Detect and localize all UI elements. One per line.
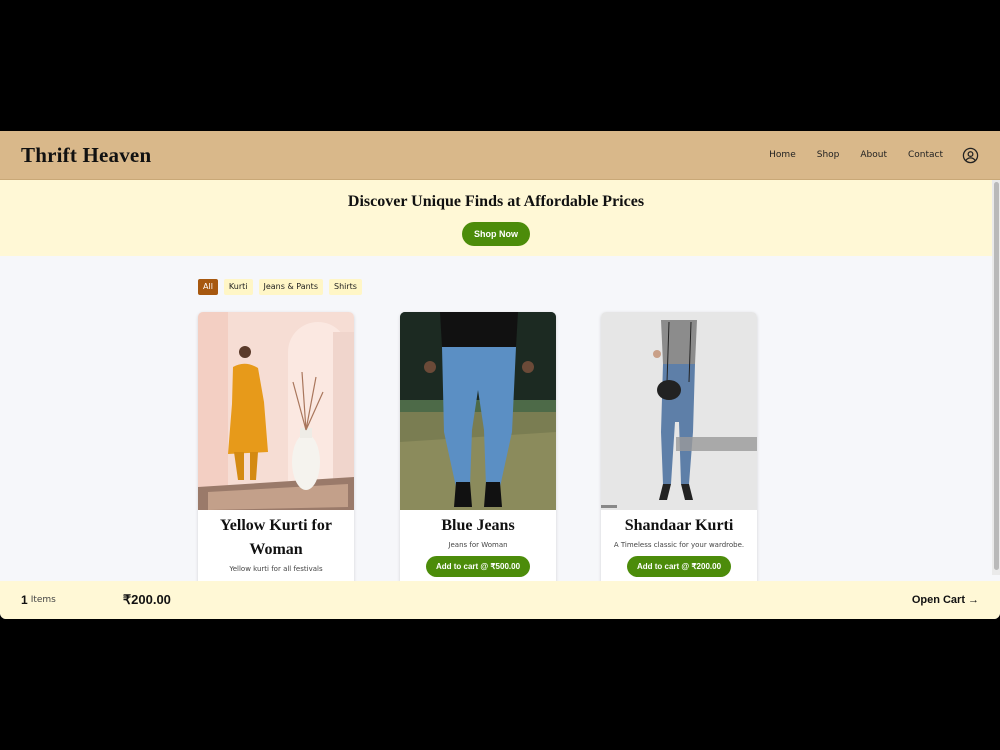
product-description: Jeans for Woman [448,541,508,549]
product-title: Yellow Kurti for Woman [220,517,332,558]
category-filters: All Kurti Jeans & Pants Shirts [198,279,362,295]
open-cart-button[interactable]: Open Cart → [912,594,979,606]
cart-items-label: Items [30,595,56,605]
main-nav: Home Shop About Contact [748,147,979,164]
brand-logo[interactable]: Thrift Heaven [21,143,151,168]
shop-now-button[interactable]: Shop Now [462,222,530,246]
product-description: Yellow kurti for all festivals [229,565,323,573]
nav-home[interactable]: Home [769,150,796,160]
product-card[interactable]: Shandaar Kurti A Timeless classic for yo… [601,312,757,587]
nav-shop[interactable]: Shop [817,150,840,160]
arrow-right-icon: → [968,594,979,606]
cart-item-count: 1 [21,593,28,607]
nav-contact[interactable]: Contact [908,150,943,160]
scrollbar-thumb[interactable] [994,182,999,570]
product-card[interactable]: Blue Jeans Jeans for Woman Add to cart @… [400,312,556,587]
add-to-cart-button[interactable]: Add to cart @ ₹500.00 [425,556,531,577]
filter-shirts[interactable]: Shirts [329,279,362,295]
app-window: Thrift Heaven Home Shop About Contact Di… [0,131,1000,619]
product-title: Shandaar Kurti [624,517,734,534]
open-cart-label: Open Cart [911,594,965,606]
nav-about[interactable]: About [860,150,887,160]
product-title: Blue Jeans [441,517,515,534]
product-image-yellow-kurti[interactable] [198,312,354,510]
add-to-cart-button[interactable]: Add to cart @ ₹200.00 [626,556,732,577]
hero-banner: Discover Unique Finds at Affordable Pric… [0,180,992,256]
user-circle-icon[interactable] [962,147,979,164]
page-scrollbar[interactable] [992,180,1000,575]
hero-title: Discover Unique Finds at Affordable Pric… [347,193,645,210]
filter-jeans-pants[interactable]: Jeans & Pants [258,279,323,295]
product-image-blue-jeans[interactable] [400,312,556,510]
product-card[interactable]: Yellow Kurti for Woman Yellow kurti for … [198,312,354,587]
cart-total: ₹200.00 [122,592,171,607]
cart-bar: 1 Items ₹200.00 Open Cart → [0,581,1000,619]
site-header: Thrift Heaven Home Shop About Contact [0,131,1000,180]
filter-kurti[interactable]: Kurti [223,279,253,295]
product-image-shandaar-kurti[interactable] [601,312,757,510]
filter-all[interactable]: All [198,279,218,295]
product-description: A Timeless classic for your wardrobe. [613,541,745,549]
